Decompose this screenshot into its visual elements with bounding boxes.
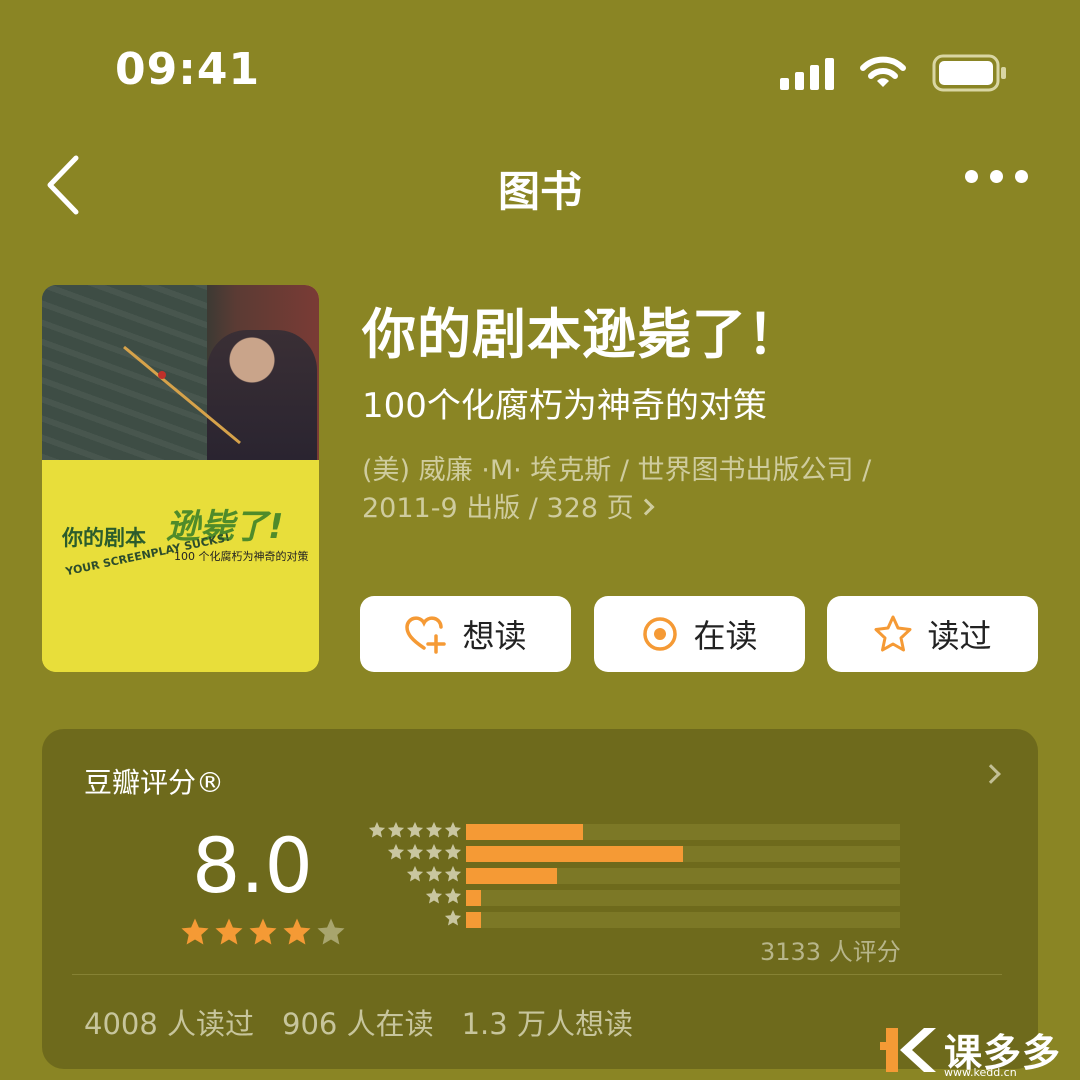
rating-label: 豆瓣评分® <box>84 766 225 799</box>
distribution-row <box>354 909 900 928</box>
book-subtitle: 100个化腐朽为神奇的对策 <box>362 386 767 426</box>
chevron-right-icon[interactable] <box>981 764 1001 784</box>
page-title: 图书 <box>497 167 582 216</box>
more-dot-icon <box>965 170 978 183</box>
small-star-icon <box>444 865 462 882</box>
distribution-track <box>466 912 900 928</box>
star-outline-icon <box>874 615 912 652</box>
star-filled-icon <box>283 918 311 945</box>
more-dot-icon <box>1015 170 1028 183</box>
want-to-read-button[interactable]: 想读 <box>360 596 571 672</box>
small-star-icon <box>406 843 424 860</box>
k-logo-icon <box>880 1028 936 1072</box>
book-meta-line2: 2011-9 出版 / 328 页 <box>362 493 634 524</box>
distribution-bar <box>466 912 482 928</box>
have-read-label: 读过 <box>927 617 992 655</box>
battery-icon <box>932 54 1008 92</box>
small-star-icon <box>444 821 462 838</box>
status-icons <box>780 54 1008 92</box>
distribution-track <box>466 824 900 840</box>
small-star-icon <box>387 821 405 838</box>
distribution-row <box>354 865 900 884</box>
distribution-row <box>354 821 900 840</box>
reading-button[interactable]: 在读 <box>594 596 805 672</box>
book-meta[interactable]: (美) 威廉 ·M· 埃克斯 / 世界图书出版公司 / 2011-9 出版 / … <box>362 452 962 528</box>
stat-want[interactable]: 1.3 万人想读 <box>462 1001 633 1043</box>
chevron-right-icon <box>637 498 655 515</box>
stat-reading[interactable]: 906 人在读 <box>282 1001 434 1043</box>
distribution-stars <box>368 821 462 839</box>
pointer-stick <box>123 345 241 445</box>
star-empty-icon <box>317 918 345 945</box>
rating-card[interactable]: 豆瓣评分® 8.0 3133 人评分 4008 人读过 906 人在读 1.3 … <box>42 729 1038 1069</box>
stat-read[interactable]: 4008 人读过 <box>84 1001 254 1043</box>
divider <box>72 974 1002 975</box>
small-star-icon <box>425 821 443 838</box>
wifi-icon <box>860 56 906 90</box>
small-star-icon <box>425 865 443 882</box>
distribution-bar <box>466 890 482 906</box>
small-star-icon <box>406 821 424 838</box>
want-to-read-label: 想读 <box>462 617 527 655</box>
small-star-icon <box>444 887 462 904</box>
distribution-bar <box>466 824 584 840</box>
star-filled-icon <box>249 918 277 945</box>
watermark-logo: 课多多 www.kedd.cn <box>880 1020 1080 1080</box>
star-filled-icon <box>215 918 243 945</box>
heart-plus-icon <box>405 616 447 654</box>
status-time: 09:41 <box>115 44 261 95</box>
have-read-button[interactable]: 读过 <box>827 596 1038 672</box>
reading-label: 在读 <box>693 617 758 655</box>
small-star-icon <box>444 909 462 926</box>
more-dot-icon <box>990 170 1003 183</box>
target-icon <box>643 617 678 651</box>
rating-score: 8.0 <box>192 821 313 910</box>
distribution-stars <box>406 865 462 883</box>
small-star-icon <box>406 865 424 882</box>
distribution-stars <box>444 909 462 927</box>
small-star-icon <box>425 843 443 860</box>
small-star-icon <box>444 843 462 860</box>
distribution-stars <box>425 887 462 905</box>
cover-title-part1: 你的剧本 <box>62 526 146 550</box>
distribution-track <box>466 846 900 862</box>
small-star-icon <box>387 843 405 860</box>
distribution-row <box>354 843 900 862</box>
rating-stars <box>180 917 346 947</box>
book-title: 你的剧本逊毙了！ <box>362 303 802 366</box>
distribution-track <box>466 890 900 906</box>
watermark-url: www.kedd.cn <box>944 1066 1017 1079</box>
star-filled-icon <box>181 918 209 945</box>
distribution-stars <box>387 843 462 861</box>
book-cover[interactable]: 你的剧本 逊毙了! YOUR SCREENPLAY SUCKS! 100 个化腐… <box>42 285 319 672</box>
distribution-row <box>354 887 900 906</box>
distribution-bar <box>466 868 558 884</box>
reader-stats: 4008 人读过 906 人在读 1.3 万人想读 <box>84 1001 633 1043</box>
small-star-icon <box>425 887 443 904</box>
signal-icon <box>780 56 834 90</box>
cover-subtitle: 100 个化腐朽为神奇的对策 <box>174 550 309 563</box>
small-star-icon <box>368 821 386 838</box>
more-button[interactable] <box>965 170 1028 183</box>
rating-count: 3133 人评分 <box>760 938 901 966</box>
book-meta-line1: (美) 威廉 ·M· 埃克斯 / 世界图书出版公司 / <box>362 455 872 486</box>
distribution-track <box>466 868 900 884</box>
distribution-bar <box>466 846 683 862</box>
